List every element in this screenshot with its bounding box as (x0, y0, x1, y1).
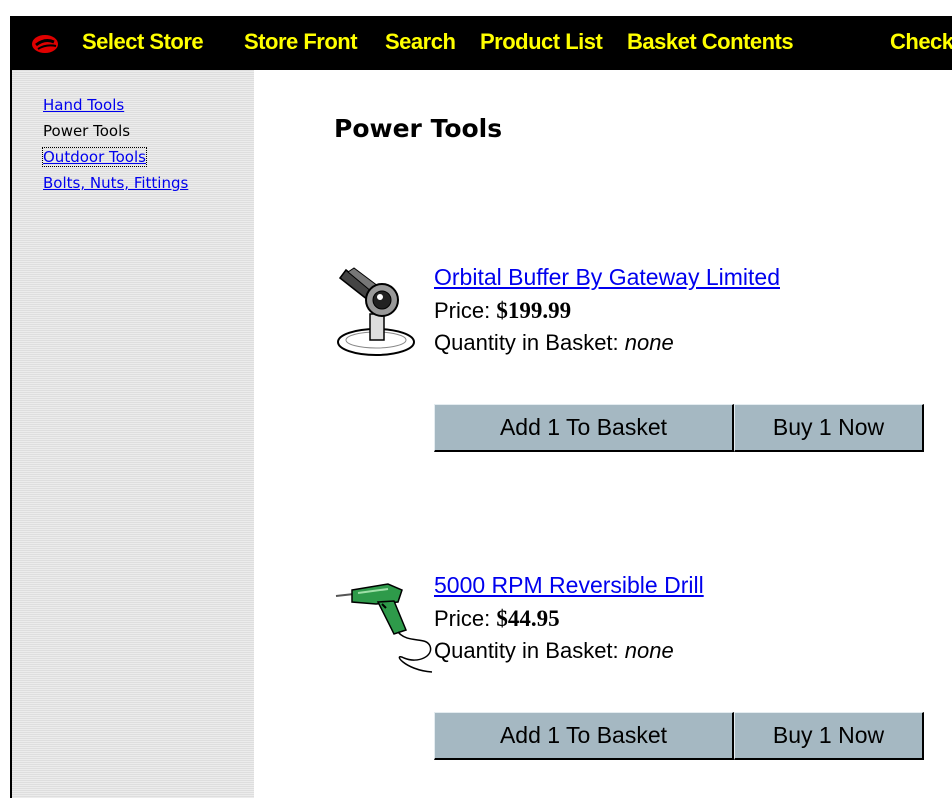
product-name-link[interactable]: Orbital Buffer By Gateway Limited (434, 264, 780, 291)
sidebar-item-power-tools: Power Tools (43, 122, 131, 140)
buy-now-button[interactable]: Buy 1 Now (734, 404, 924, 452)
product-quantity: Quantity in Basket: none (434, 638, 674, 664)
sidebar-item-hand-tools[interactable]: Hand Tools (43, 96, 124, 114)
price-value: $199.99 (496, 298, 572, 323)
product-quantity: Quantity in Basket: none (434, 330, 674, 356)
top-navigation-bar: Select Store Store Front Search Product … (12, 18, 952, 70)
nav-store-front[interactable]: Store Front (244, 29, 358, 55)
main-content: Power Tools Orbital Buffer By Gateway Li… (254, 70, 952, 798)
nav-checkout[interactable]: Checkout (890, 29, 952, 55)
page-title: Power Tools (334, 114, 503, 143)
product-name-link[interactable]: 5000 RPM Reversible Drill (434, 572, 704, 599)
buy-now-button[interactable]: Buy 1 Now (734, 712, 924, 760)
quantity-value: none (624, 638, 674, 663)
nav-product-list[interactable]: Product List (480, 29, 603, 55)
price-value: $44.95 (496, 606, 560, 631)
sidebar-item-outdoor-tools[interactable]: Outdoor Tools (42, 147, 147, 167)
nav-search[interactable]: Search (385, 29, 456, 55)
price-label: Price: (434, 606, 491, 631)
browser-frame: Select Store Store Front Search Product … (10, 16, 952, 798)
product-price: Price: $44.95 (434, 606, 560, 632)
quantity-label: Quantity in Basket: (434, 638, 619, 663)
add-to-basket-button[interactable]: Add 1 To Basket (434, 712, 734, 760)
category-sidebar: Hand Tools Power Tools Outdoor Tools Bol… (12, 70, 254, 798)
orbital-buffer-icon[interactable] (334, 264, 438, 368)
store-logo-icon (32, 35, 58, 53)
product-item: Orbital Buffer By Gateway Limited Price:… (334, 264, 952, 464)
product-price: Price: $199.99 (434, 298, 571, 324)
nav-select-store[interactable]: Select Store (82, 29, 204, 55)
price-label: Price: (434, 298, 491, 323)
nav-basket-contents[interactable]: Basket Contents (627, 29, 794, 55)
add-to-basket-button[interactable]: Add 1 To Basket (434, 404, 734, 452)
power-drill-icon[interactable] (334, 572, 438, 676)
quantity-value: none (624, 330, 674, 355)
sidebar-item-bolts-nuts-fittings[interactable]: Bolts, Nuts, Fittings (43, 174, 188, 192)
product-item: 5000 RPM Reversible Drill Price: $44.95 … (334, 572, 952, 772)
quantity-label: Quantity in Basket: (434, 330, 619, 355)
